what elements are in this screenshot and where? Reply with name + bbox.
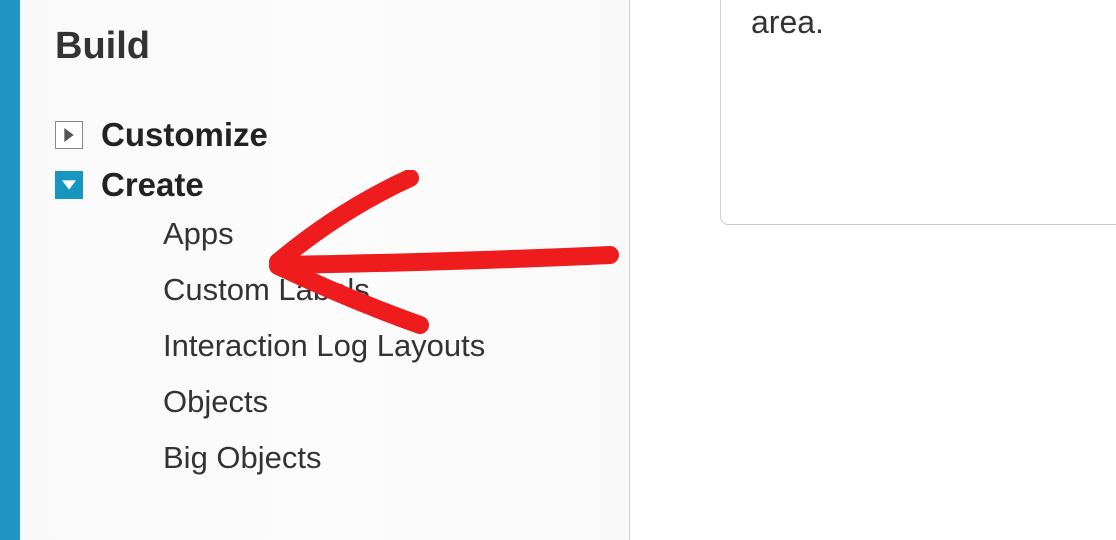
sidebar-subitem-objects[interactable]: Objects (163, 384, 629, 420)
sidebar-item-label: Create (101, 166, 204, 204)
left-accent-bar (0, 0, 20, 540)
chevron-down-icon (55, 171, 83, 199)
content-panel: area. (720, 0, 1116, 225)
sidebar-item-label: Customize (101, 116, 268, 154)
section-title-build: Build (55, 25, 629, 68)
sidebar-item-customize[interactable]: Customize (55, 116, 629, 154)
sidebar-item-create[interactable]: Create (55, 166, 629, 204)
sidebar-subitem-apps[interactable]: Apps (163, 216, 629, 252)
sidebar-subitem-interaction-log-layouts[interactable]: Interaction Log Layouts (163, 328, 629, 364)
sidebar: Build Customize Create Apps Custom Label… (20, 0, 630, 540)
content-text-fragment: area. (751, 4, 824, 40)
chevron-right-icon (55, 121, 83, 149)
main-content-area: area. (720, 0, 1116, 540)
create-subitems: Apps Custom Labels Interaction Log Layou… (55, 216, 629, 476)
sidebar-subitem-custom-labels[interactable]: Custom Labels (163, 272, 629, 308)
sidebar-subitem-big-objects[interactable]: Big Objects (163, 440, 629, 476)
